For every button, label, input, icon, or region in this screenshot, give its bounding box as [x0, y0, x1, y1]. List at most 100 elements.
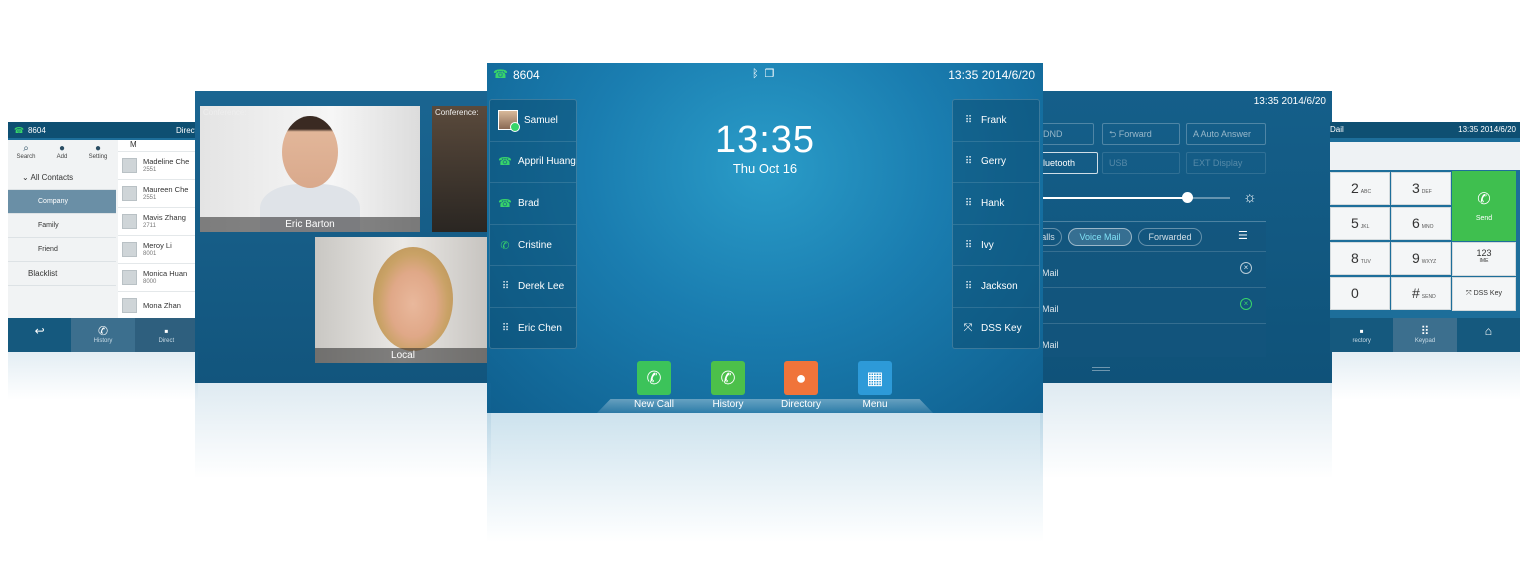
- list-item[interactable]: Mail: [1040, 323, 1266, 359]
- list-item[interactable]: Mail ×: [1040, 251, 1266, 287]
- list-item[interactable]: Mavis Zhang 2711: [118, 208, 198, 236]
- filter-voice-mail[interactable]: Voice Mail: [1068, 228, 1132, 246]
- list-settings-icon[interactable]: ☰: [1238, 229, 1248, 242]
- send-button[interactable]: ✆ Send: [1452, 171, 1516, 241]
- usb-button[interactable]: USB: [1102, 152, 1180, 174]
- settings-icon: ●: [94, 143, 102, 154]
- key-2[interactable]: 2 ABC: [1330, 172, 1390, 205]
- status-datetime: 13:35 2014/6/20: [1253, 96, 1326, 107]
- dnd-button[interactable]: DND: [1040, 123, 1094, 145]
- contact-name: Maureen Che: [143, 184, 189, 194]
- add-button[interactable]: ● Add: [44, 140, 80, 166]
- group-friend[interactable]: Friend: [8, 238, 116, 262]
- search-label: Search: [16, 154, 36, 160]
- expand-icon: ⤧: [1466, 290, 1474, 297]
- ime-button[interactable]: 123 IME: [1452, 242, 1516, 276]
- line-key-hank[interactable]: ⠿ Hank: [953, 183, 1039, 225]
- line-key-cristine[interactable]: ✆ Cristine: [490, 225, 576, 267]
- video-tile-conference[interactable]: Conference:: [432, 106, 491, 232]
- group-all-contacts[interactable]: ⌄ All Contacts: [8, 166, 116, 190]
- home-button[interactable]: ⌂: [1457, 318, 1520, 352]
- ext-display-button[interactable]: EXT Display: [1186, 152, 1266, 174]
- list-item[interactable]: Monica Huan 8000: [118, 264, 198, 292]
- group-blacklist[interactable]: Blacklist: [8, 262, 116, 286]
- key-6[interactable]: 6 MNO: [1391, 207, 1451, 240]
- group-family[interactable]: Family: [8, 214, 116, 238]
- history-app[interactable]: ✆ History: [698, 361, 758, 410]
- list-item[interactable]: Madeline Che 2551: [118, 152, 198, 180]
- key-digit: 2: [1351, 180, 1359, 196]
- line-key-gerry[interactable]: ⠿ Gerry: [953, 142, 1039, 184]
- status-bar: ☎ 8604 ᛒ❐ 13:35 2014/6/20: [487, 63, 1043, 85]
- app-label: New Call: [633, 399, 674, 410]
- tab-directory[interactable]: ▪ rectory: [1330, 318, 1393, 352]
- line-key-jackson[interactable]: ⠿ Jackson: [953, 266, 1039, 308]
- contact-number: 2711: [143, 222, 156, 229]
- back-button[interactable]: ↩: [8, 318, 71, 352]
- forward-label: Forward: [1118, 129, 1152, 139]
- tab-keypad[interactable]: ⠿ Keypad: [1393, 318, 1457, 352]
- key-0[interactable]: 0: [1330, 277, 1390, 310]
- search-icon: ⌕: [23, 143, 29, 154]
- dss-key-button[interactable]: ⤧ DSS Key: [953, 308, 1039, 350]
- line-key-derek-lee[interactable]: ⠿ Derek Lee: [490, 266, 576, 308]
- group-list: ⌄ All Contacts Company Family Friend Bla…: [8, 166, 116, 286]
- main-idle-screen: ☎ 8604 ᛒ❐ 13:35 2014/6/20 Samuel ☎ Appril…: [487, 63, 1043, 413]
- brightness-slider-fill: [1040, 197, 1188, 199]
- keypad-screen: Dail 13:35 2014/6/20 2 ABC 3 DEF 5 JKL 6 MNO…: [1330, 122, 1520, 352]
- avatar: [122, 158, 137, 173]
- directory-toolbar: ⌕ Search ● Add ● Setting: [8, 140, 116, 166]
- key-hash[interactable]: # SEND: [1391, 277, 1451, 310]
- dial-input[interactable]: [1330, 142, 1520, 170]
- setting-button[interactable]: ● Setting: [80, 140, 116, 166]
- key-digit: 5: [1351, 215, 1359, 231]
- phone-handset-icon: ☎: [14, 125, 24, 135]
- key-9[interactable]: 9 WXYZ: [1391, 242, 1451, 275]
- avatar: [122, 270, 137, 285]
- forward-icon: ⮌: [1109, 129, 1119, 139]
- screen-title: Direct: [176, 125, 197, 135]
- new-call-app[interactable]: ✆ New Call: [624, 361, 684, 410]
- list-item[interactable]: Maureen Che 2551: [118, 180, 198, 208]
- video-conference-screen: Conference: Eric Barton Conference: Loca…: [195, 91, 491, 383]
- tab-directory[interactable]: ▪ Direct: [134, 318, 198, 352]
- key-letters: TUV: [1360, 259, 1371, 265]
- video-tile-eric-barton[interactable]: Conference: Eric Barton: [200, 106, 420, 232]
- group-company[interactable]: Company: [8, 190, 116, 214]
- menu-app[interactable]: ▦ Menu: [845, 361, 905, 410]
- filter-forwarded[interactable]: Forwarded: [1138, 228, 1202, 246]
- divider: [1040, 221, 1266, 222]
- key-3[interactable]: 3 DEF: [1391, 172, 1451, 205]
- line-key-frank[interactable]: ⠿ Frank: [953, 100, 1039, 142]
- bottom-tabs: ↩ ✆ History ▪ Direct: [8, 318, 198, 352]
- contact-name: Meroy Li: [143, 240, 172, 250]
- list-item[interactable]: Mona Zhan: [118, 292, 198, 320]
- auto-answer-button[interactable]: A Auto Answer: [1186, 123, 1266, 145]
- history-icon: ✆: [97, 324, 109, 338]
- close-icon[interactable]: ×: [1240, 262, 1252, 274]
- key-8[interactable]: 8 TUV: [1330, 242, 1390, 275]
- drag-handle[interactable]: [1092, 367, 1110, 371]
- key-5[interactable]: 5 JKL: [1330, 207, 1390, 240]
- video-tile-local[interactable]: Local: [315, 237, 491, 363]
- line-keys-right: ⠿ Frank ⠿ Gerry ⠿ Hank ⠿ Ivy ⠿ Jackson ⤧ DSS K…: [952, 99, 1040, 349]
- screen-title: Dail: [1330, 125, 1344, 134]
- directory-app[interactable]: ● Directory: [771, 361, 831, 410]
- search-button[interactable]: ⌕ Search: [8, 140, 44, 166]
- filter-all-calls[interactable]: alls: [1040, 228, 1062, 246]
- list-item[interactable]: Mail ×: [1040, 287, 1266, 323]
- forward-button[interactable]: ⮌ Forward: [1102, 123, 1180, 145]
- line-key-eric-chen[interactable]: ⠿ Eric Chen: [490, 308, 576, 350]
- avatar: [122, 214, 137, 229]
- dss-key-button[interactable]: ⤧ DSS Key: [1452, 277, 1516, 311]
- tab-history[interactable]: ✆ History: [71, 318, 135, 352]
- dss-label: DSS Key: [1473, 290, 1502, 297]
- close-icon[interactable]: ×: [1240, 298, 1252, 310]
- line-key-label: Cristine: [518, 239, 552, 251]
- line-key-ivy[interactable]: ⠿ Ivy: [953, 225, 1039, 267]
- line-key-brad[interactable]: ☎ Brad: [490, 183, 576, 225]
- key-letters: MNO: [1421, 224, 1434, 230]
- list-item[interactable]: Meroy Li 8001: [118, 236, 198, 264]
- brightness-slider-handle[interactable]: [1182, 192, 1193, 203]
- bluetooth-button[interactable]: luetooth: [1040, 152, 1098, 174]
